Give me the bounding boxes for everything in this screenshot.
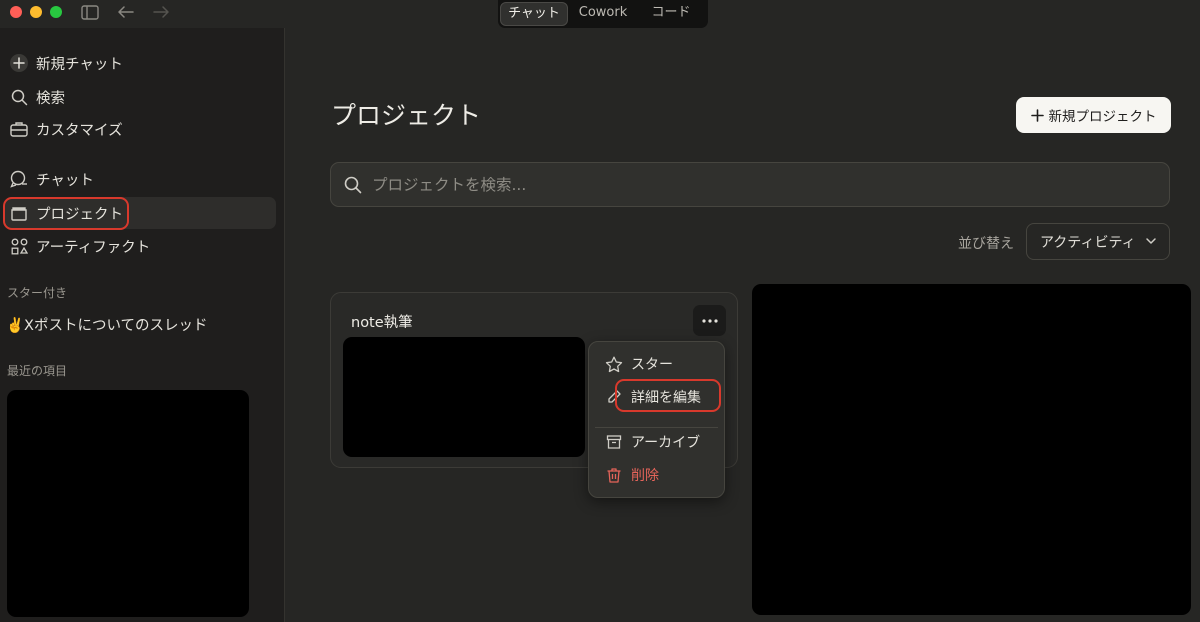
chat-bubble-icon: [8, 170, 30, 188]
search-icon: [8, 89, 30, 106]
menu-item-label: 削除: [631, 468, 659, 484]
sidebar-item-label: チャット: [36, 172, 94, 189]
trash-icon: [603, 467, 625, 484]
new-project-button[interactable]: 新規プロジェクト: [1016, 97, 1171, 133]
starred-heading: スター付き: [7, 286, 68, 300]
recent-heading: 最近の項目: [7, 364, 68, 378]
sidebar-item-label: 検索: [36, 90, 65, 107]
sort-value: アクティビティ: [1040, 234, 1136, 251]
chevron-down-icon: [1146, 238, 1156, 244]
project-search: [330, 162, 1170, 207]
search-input[interactable]: [370, 174, 1134, 195]
sidebar-item-projects[interactable]: プロジェクト: [4, 197, 276, 229]
plus-icon: [8, 53, 30, 73]
sidebar-item-label: アーティファクト: [36, 239, 151, 256]
redacted-project-description: [343, 337, 585, 457]
plus-icon: [1030, 108, 1044, 122]
sidebar-item-search[interactable]: 検索: [4, 81, 276, 113]
title-bar: チャット Cowork コード: [0, 0, 1200, 28]
mode-switcher: チャット Cowork コード: [498, 0, 708, 28]
ellipsis-icon: [701, 318, 718, 323]
more-options-button[interactable]: [693, 305, 726, 336]
sidebar-item-label: カスタマイズ: [36, 122, 123, 139]
menu-item-archive[interactable]: アーカイブ: [595, 427, 718, 457]
search-icon: [344, 176, 362, 194]
close-window-button[interactable]: [10, 6, 22, 18]
menu-item-delete[interactable]: 削除: [595, 460, 718, 490]
sidebar-item-chat[interactable]: チャット: [4, 163, 276, 195]
redacted-recent-items: [7, 390, 249, 617]
menu-item-label: アーカイブ: [631, 435, 701, 451]
sidebar-item-artifacts[interactable]: アーティファクト: [4, 230, 276, 262]
project-title: note執筆: [351, 315, 413, 331]
tab-chat[interactable]: チャット: [500, 2, 568, 26]
tab-cowork[interactable]: Cowork: [570, 2, 636, 26]
sort-label: 並び替え: [958, 236, 1014, 252]
menu-item-edit-details[interactable]: 詳細を編集: [595, 382, 718, 412]
redacted-project-card: [752, 284, 1191, 615]
zoom-window-button[interactable]: [50, 6, 62, 18]
sidebar-item-label: ✌️Xポストについてのスレッド: [6, 317, 208, 334]
page-title: プロジェクト: [331, 101, 482, 130]
sidebar-starred-item[interactable]: ✌️Xポストについてのスレッド: [2, 308, 274, 340]
sidebar-item-customize[interactable]: カスタマイズ: [4, 113, 276, 145]
artifacts-icon: [8, 238, 30, 255]
star-icon: [603, 356, 625, 373]
sidebar-item-label: 新規チャット: [36, 56, 123, 73]
sidebar-toggle-icon[interactable]: [79, 2, 101, 22]
toolbox-icon: [8, 121, 30, 137]
sort-dropdown[interactable]: アクティビティ: [1026, 223, 1170, 260]
project-context-menu: スター 詳細を編集 アーカイブ 削除: [588, 341, 725, 498]
forward-arrow-icon[interactable]: [150, 2, 172, 22]
folder-icon: [8, 205, 30, 221]
new-project-label: 新規プロジェクト: [1048, 109, 1157, 125]
tab-code[interactable]: コード: [638, 2, 704, 26]
sidebar: 新規チャット 検索 カスタマイズ チャット プロジェクト アーティファクト スタ…: [0, 28, 285, 622]
sidebar-item-label: プロジェクト: [36, 206, 123, 223]
pencil-icon: [603, 389, 625, 405]
minimize-window-button[interactable]: [30, 6, 42, 18]
archive-icon: [603, 434, 625, 450]
menu-item-star[interactable]: スター: [595, 349, 718, 379]
menu-item-label: 詳細を編集: [631, 390, 701, 406]
menu-item-label: スター: [631, 357, 673, 373]
back-arrow-icon[interactable]: [115, 2, 137, 22]
sidebar-item-new-chat[interactable]: 新規チャット: [4, 47, 276, 79]
